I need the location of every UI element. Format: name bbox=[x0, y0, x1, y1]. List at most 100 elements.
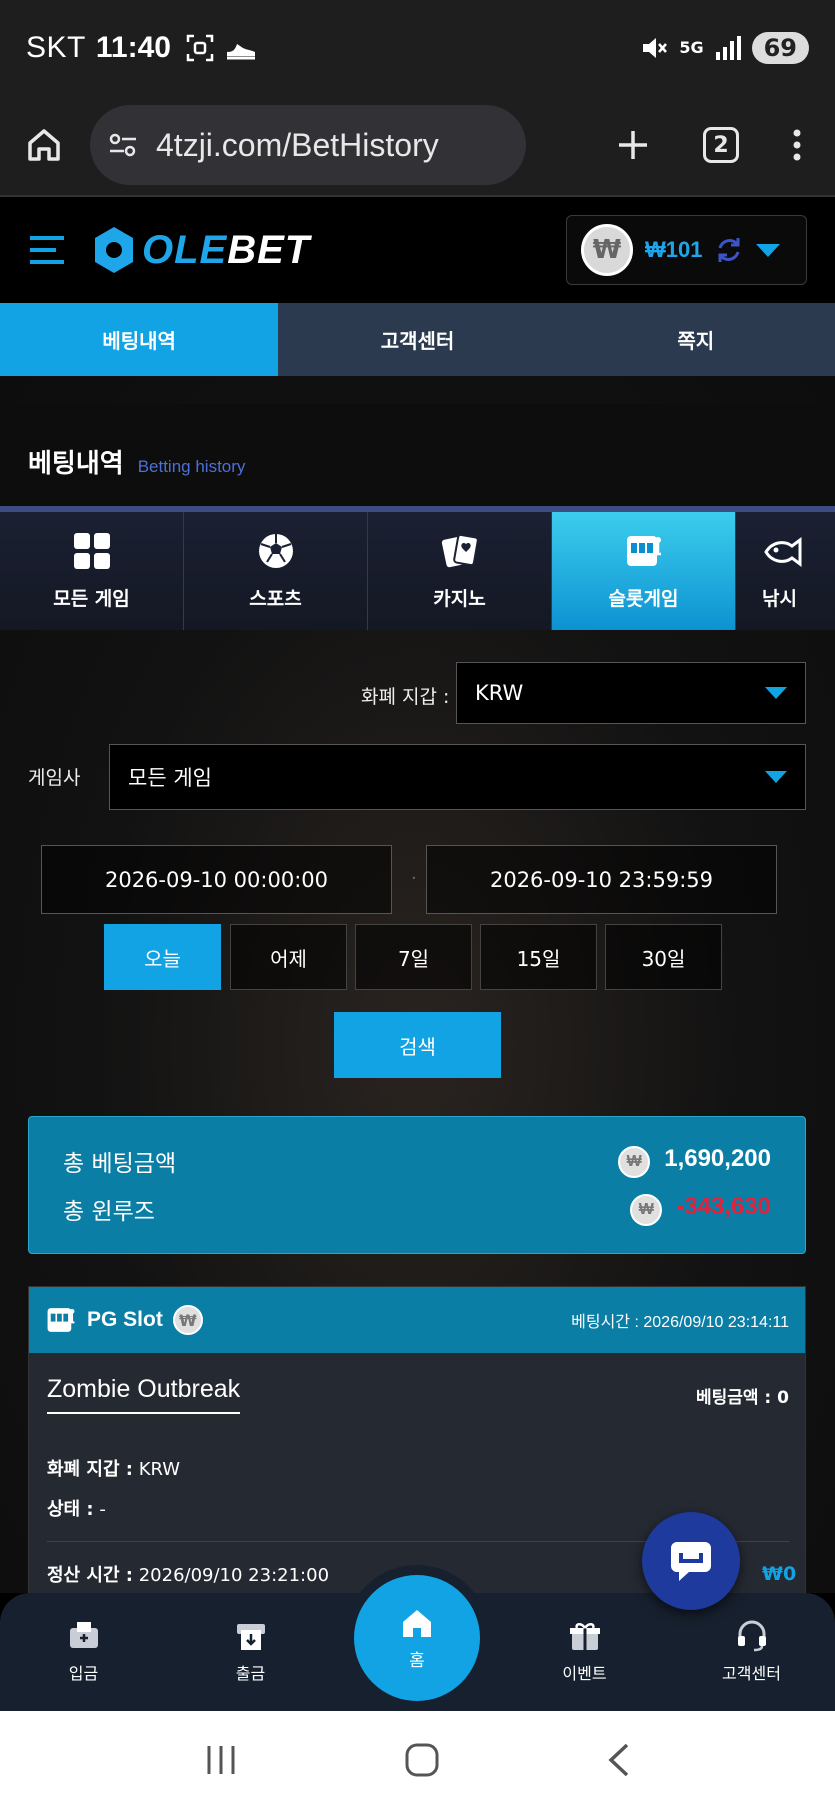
home-icon bbox=[403, 1609, 431, 1637]
search-button[interactable]: 검색 bbox=[334, 1012, 501, 1078]
tab-betting-history[interactable]: 베팅내역 bbox=[0, 303, 279, 376]
headset-icon bbox=[737, 1620, 766, 1652]
back-icon[interactable] bbox=[605, 1742, 633, 1778]
total-winloss-value: -343,630 bbox=[676, 1192, 771, 1220]
tab-customer-center[interactable]: 고객센터 bbox=[278, 303, 556, 376]
range-30d-button[interactable]: 30일 bbox=[605, 924, 722, 990]
nav-label: 입금 bbox=[68, 1664, 99, 1683]
category-sports[interactable]: 스포츠 bbox=[184, 512, 368, 630]
soccer-ball-icon bbox=[258, 533, 293, 568]
category-slots[interactable]: 슬롯게임 bbox=[552, 512, 736, 630]
category-label: 카지노 bbox=[433, 587, 486, 610]
category-tabs: 모든 게임 스포츠 카지노 슬롯게임 낚시 bbox=[0, 506, 835, 630]
new-tab-icon[interactable] bbox=[615, 127, 651, 163]
site-header: OLEBET ₩ ₩101 bbox=[0, 197, 835, 303]
shoe-icon bbox=[226, 43, 255, 59]
logo-prefix: OLE bbox=[142, 227, 228, 272]
range-yesterday-button[interactable]: 어제 bbox=[230, 924, 347, 990]
date-to-input[interactable]: 2026-09-10 23:59:59 bbox=[426, 845, 777, 914]
provider-label: 게임사 bbox=[28, 767, 81, 789]
slot-machine-icon bbox=[626, 535, 661, 566]
recent-apps-icon[interactable] bbox=[203, 1744, 239, 1776]
provider-name: PG Slot bbox=[87, 1308, 163, 1331]
range-today-button[interactable]: 오늘 bbox=[104, 924, 221, 990]
live-chat-button[interactable] bbox=[642, 1512, 740, 1610]
total-bet-value-wrap: ₩1,690,200 bbox=[618, 1145, 771, 1178]
won-coin-icon: ₩ bbox=[581, 224, 633, 276]
currency-select[interactable]: KRW bbox=[456, 662, 806, 724]
card-currency-label: 화폐 지갑 : bbox=[47, 1459, 133, 1480]
grid-icon bbox=[73, 532, 110, 569]
tab-switcher-button[interactable]: 2 bbox=[703, 127, 739, 163]
url-text: 4tzji.com/BetHistory bbox=[156, 126, 439, 163]
bet-time-value: 2026/09/10 23:14:11 bbox=[643, 1314, 789, 1331]
won-coin-icon: ₩ bbox=[630, 1193, 663, 1226]
site-settings-icon[interactable] bbox=[108, 132, 138, 158]
category-label: 슬롯게임 bbox=[608, 587, 679, 610]
browser-toolbar: 4tzji.com/BetHistory 2 bbox=[0, 95, 835, 197]
refresh-icon[interactable] bbox=[714, 235, 744, 265]
withdraw-icon bbox=[236, 1624, 265, 1650]
wallet-widget[interactable]: ₩ ₩101 bbox=[566, 215, 807, 285]
site-logo[interactable]: OLEBET bbox=[92, 225, 310, 275]
home-icon[interactable] bbox=[24, 125, 64, 165]
mute-icon bbox=[643, 37, 668, 58]
range-7d-button[interactable]: 7일 bbox=[355, 924, 472, 990]
chevron-down-icon[interactable] bbox=[756, 242, 781, 258]
currency-select-value: KRW bbox=[475, 681, 524, 705]
page-title-band: 베팅내역 Betting history bbox=[0, 404, 835, 506]
nav-deposit[interactable]: 입금 bbox=[0, 1593, 167, 1711]
total-winloss-label: 총 윈루즈 bbox=[63, 1199, 155, 1225]
signal-icon bbox=[715, 35, 741, 60]
card-settle-label: 정산 시간 : bbox=[47, 1565, 133, 1586]
gift-icon bbox=[569, 1623, 600, 1650]
category-fishing[interactable]: 낚시 bbox=[736, 512, 835, 630]
total-bet-label: 총 베팅금액 bbox=[63, 1151, 177, 1177]
nav-label: 홈 bbox=[409, 1650, 425, 1671]
nav-withdraw[interactable]: 출금 bbox=[167, 1593, 334, 1711]
top-navigation: 베팅내역 고객센터 쪽지 bbox=[0, 303, 835, 376]
card-settle-time: 정산 시간 : 2026/09/10 23:21:00 bbox=[47, 1561, 329, 1587]
deposit-icon bbox=[69, 1622, 98, 1648]
more-menu-icon[interactable] bbox=[791, 127, 803, 163]
page-subtitle: Betting history bbox=[137, 457, 246, 476]
nav-customer-center[interactable]: 고객센터 bbox=[668, 1593, 835, 1711]
bet-amount-label: 베팅금액 : bbox=[695, 1388, 772, 1408]
address-bar[interactable]: 4tzji.com/BetHistory bbox=[90, 105, 526, 185]
slot-machine-icon bbox=[47, 1308, 75, 1332]
nav-home-button[interactable]: 홈 bbox=[354, 1575, 480, 1701]
date-from-input[interactable]: 2026-09-10 00:00:00 bbox=[41, 845, 392, 914]
won-coin-icon: ₩ bbox=[618, 1145, 651, 1178]
total-bet-value: 1,690,200 bbox=[664, 1144, 771, 1172]
category-label: 낚시 bbox=[762, 587, 797, 610]
date-separator: · bbox=[411, 868, 417, 889]
hamburger-menu-icon[interactable] bbox=[28, 234, 66, 266]
total-bet-row: 총 베팅금액 ₩1,690,200 bbox=[63, 1137, 771, 1185]
provider-select[interactable]: 모든 게임 bbox=[109, 744, 806, 810]
tab-messages[interactable]: 쪽지 bbox=[557, 303, 835, 376]
battery-indicator: 69 bbox=[751, 31, 809, 64]
chevron-down-icon bbox=[765, 771, 787, 783]
nav-label: 고객센터 bbox=[722, 1664, 781, 1683]
nav-label: 출금 bbox=[235, 1664, 266, 1683]
card-currency: 화폐 지갑 : KRW bbox=[47, 1455, 180, 1481]
category-all-games[interactable]: 모든 게임 bbox=[0, 512, 184, 630]
total-winloss-value-wrap: ₩ -343,630 bbox=[630, 1193, 771, 1226]
chat-bubble-icon bbox=[671, 1542, 711, 1581]
screenshot-icon bbox=[186, 34, 214, 61]
card-status-label: 상태 : bbox=[47, 1499, 94, 1520]
nav-events[interactable]: 이벤트 bbox=[501, 1593, 668, 1711]
page-title: 베팅내역 bbox=[28, 449, 124, 479]
won-coin-icon: ₩ bbox=[172, 1305, 203, 1335]
category-label: 모든 게임 bbox=[53, 587, 130, 610]
bet-amount: 베팅금액 : 0 bbox=[696, 1383, 789, 1408]
card-settle-value: 2026/09/10 23:21:00 bbox=[138, 1565, 330, 1586]
nav-label: 이벤트 bbox=[562, 1664, 607, 1683]
total-winloss-row: 총 윈루즈 ₩ -343,630 bbox=[63, 1185, 771, 1233]
category-casino[interactable]: 카지노 bbox=[368, 512, 552, 630]
currency-label: 화폐 지갑 : bbox=[361, 686, 450, 708]
bet-time: 베팅시간 : 2026/09/10 23:14:11 bbox=[571, 1308, 789, 1332]
range-15d-button[interactable]: 15일 bbox=[480, 924, 597, 990]
network-type-label: 5G bbox=[679, 38, 704, 57]
home-circle-icon[interactable] bbox=[404, 1742, 440, 1778]
